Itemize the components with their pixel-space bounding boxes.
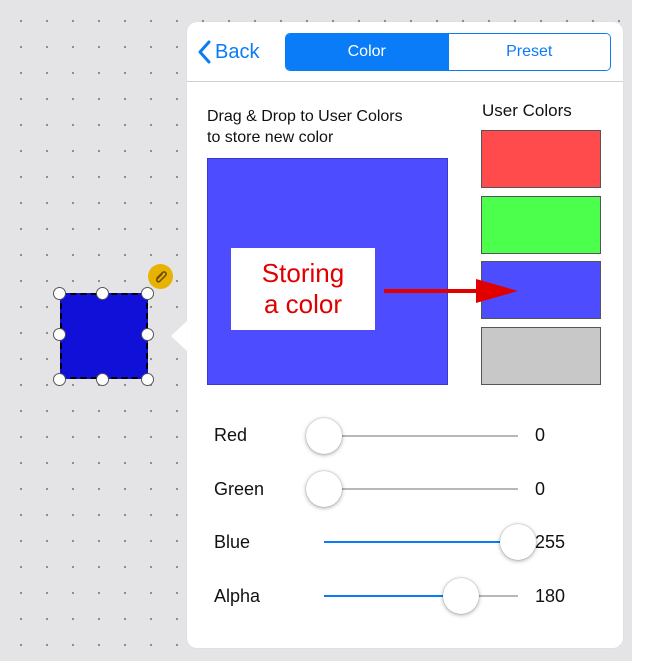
user-color-swatch-4[interactable] (481, 327, 601, 385)
chevron-left-icon (198, 40, 211, 64)
resize-handle-bottom-right[interactable] (141, 373, 154, 386)
slider-red[interactable] (306, 418, 518, 454)
tab-preset[interactable]: Preset (447, 34, 610, 70)
back-label: Back (215, 40, 260, 63)
slider-alpha[interactable] (324, 578, 518, 614)
annotation-arrow (384, 279, 518, 303)
resize-handle-top-right[interactable] (141, 287, 154, 300)
slider-thumb-green[interactable] (306, 471, 342, 507)
slider-label-red: Red (214, 425, 248, 445)
link-badge[interactable] (148, 264, 173, 289)
slider-green[interactable] (306, 471, 518, 507)
paperclip-icon (155, 270, 167, 283)
resize-handle-top[interactable] (96, 287, 109, 300)
slider-thumb-blue[interactable] (500, 524, 536, 560)
user-color-swatch-1[interactable] (481, 130, 601, 188)
resize-handle-left[interactable] (53, 328, 66, 341)
slider-label-blue: Blue (214, 532, 251, 552)
annotation-line-1: Storing (261, 258, 345, 288)
resize-handle-bottom[interactable] (96, 373, 109, 386)
annotation-label: Storing a color (231, 248, 375, 330)
instruction-line-1: Drag & Drop to User Colors (207, 108, 403, 125)
user-colors-title: User Colors (482, 101, 572, 120)
back-button[interactable]: Back (197, 36, 259, 68)
annotation-line-2: a color (263, 289, 343, 319)
popover-pointer (171, 320, 188, 352)
slider-label-alpha: Alpha (214, 586, 261, 606)
resize-handle-bottom-left[interactable] (53, 373, 66, 386)
slider-value-red: 0 (535, 425, 546, 445)
instructions: Drag & Drop to User Colors to store new … (207, 106, 477, 148)
header-divider (187, 81, 623, 82)
tab-color[interactable]: Color (286, 34, 448, 70)
slider-value-alpha: 180 (535, 586, 566, 606)
mode-segmented-control[interactable]: Color Preset (285, 33, 611, 71)
slider-thumb-red[interactable] (306, 418, 342, 454)
resize-handle-right[interactable] (141, 328, 154, 341)
slider-value-green: 0 (535, 479, 546, 499)
slider-label-green: Green (214, 479, 265, 499)
user-color-swatch-2[interactable] (481, 196, 601, 254)
resize-handle-top-left[interactable] (53, 287, 66, 300)
instruction-line-2: to store new color (207, 129, 334, 146)
slider-fill-alpha (324, 595, 461, 597)
slider-thumb-alpha[interactable] (443, 578, 479, 614)
slider-value-blue: 255 (535, 532, 566, 552)
slider-fill-blue (324, 541, 518, 543)
slider-blue[interactable] (324, 524, 536, 560)
selected-shape[interactable] (60, 293, 148, 379)
